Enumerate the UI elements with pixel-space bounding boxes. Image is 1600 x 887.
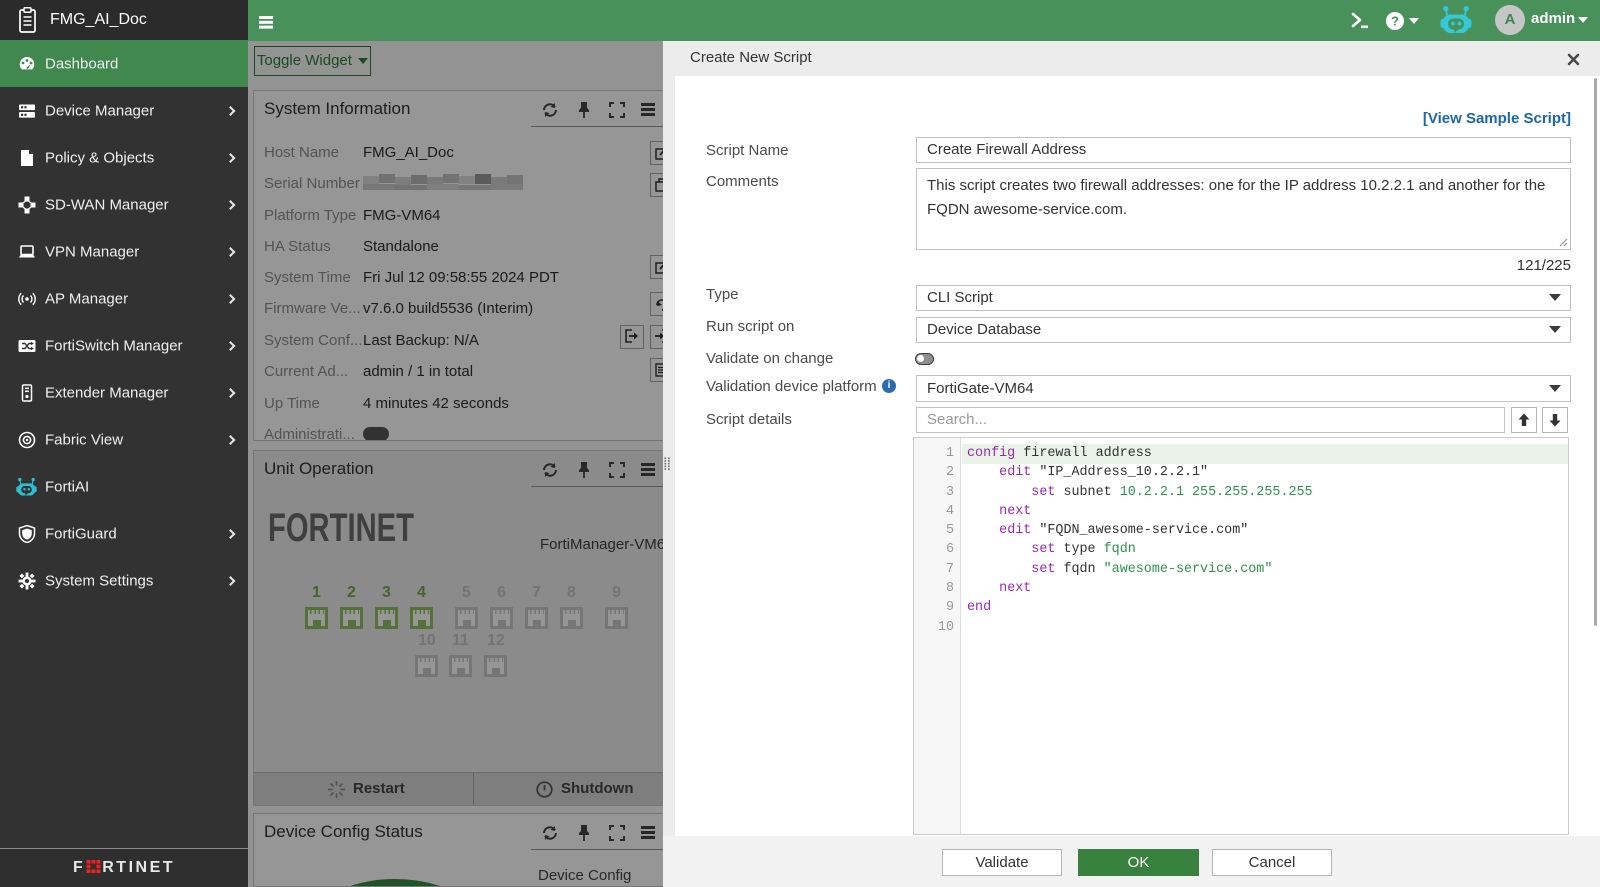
svg-text:?: ?	[1391, 14, 1399, 29]
